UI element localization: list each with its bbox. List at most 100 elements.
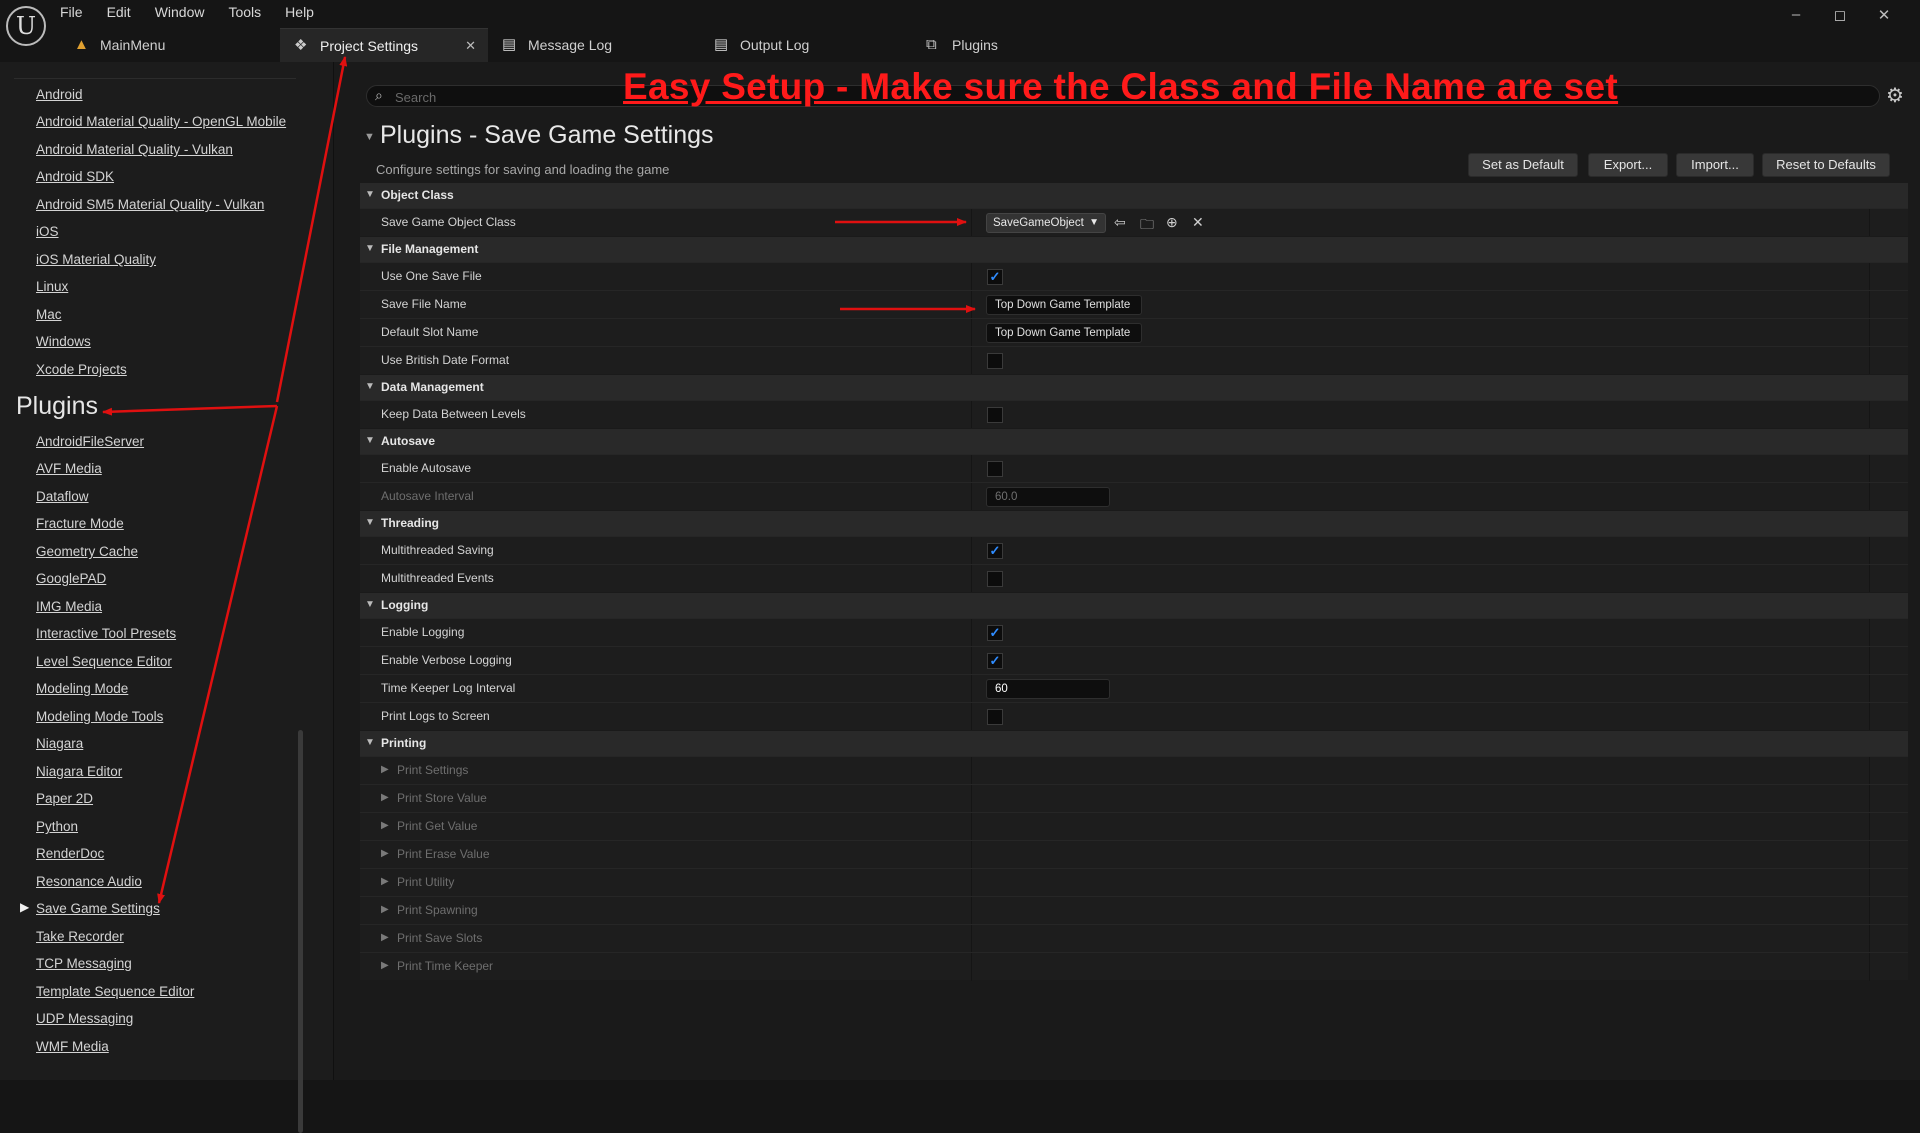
browse-icon[interactable]: 🗀 <box>1140 214 1154 238</box>
sidebar-item-wmf-media[interactable]: WMF Media <box>36 1039 109 1054</box>
sidebar-item-niagara[interactable]: Niagara <box>36 736 83 751</box>
sidebar-item-fracture-mode[interactable]: Fracture Mode <box>36 516 124 531</box>
column-divider[interactable] <box>971 619 972 647</box>
sidebar-item-take-recorder[interactable]: Take Recorder <box>36 929 124 944</box>
column-divider[interactable] <box>971 483 972 511</box>
sidebar-item-xcode[interactable]: Xcode Projects <box>36 362 127 377</box>
use-selected-icon[interactable]: ⇦ <box>1114 214 1126 231</box>
sidebar-item-android-vulkan[interactable]: Android Material Quality - Vulkan <box>36 142 233 157</box>
category-threading[interactable]: ▼ Threading <box>360 510 1908 536</box>
expand-arrow-icon[interactable]: ▶ <box>381 932 389 943</box>
column-divider[interactable] <box>971 455 972 483</box>
sidebar-item-linux[interactable]: Linux <box>36 279 68 294</box>
row-print-erase-value[interactable]: ▶ Print Erase Value <box>360 840 1908 869</box>
expand-arrow-icon[interactable]: ▶ <box>381 820 389 831</box>
tab-mainmenu[interactable]: ▲ MainMenu <box>60 28 280 62</box>
menu-file[interactable]: File <box>60 4 83 22</box>
column-divider[interactable] <box>971 537 972 565</box>
category-autosave[interactable]: ▼ Autosave <box>360 428 1908 454</box>
column-divider[interactable] <box>971 401 972 429</box>
print-logs-to-screen-checkbox[interactable] <box>987 709 1003 725</box>
use-one-save-file-checkbox[interactable]: ✓ <box>987 269 1003 285</box>
add-icon[interactable]: ⊕ <box>1166 214 1178 231</box>
sidebar-item-resonance-audio[interactable]: Resonance Audio <box>36 874 142 889</box>
sidebar-item-android-opengl[interactable]: Android Material Quality - OpenGL Mobile <box>36 114 286 129</box>
set-as-default-button[interactable]: Set as Default <box>1468 153 1578 177</box>
sidebar-item-androidfileserver[interactable]: AndroidFileServer <box>36 434 144 449</box>
sidebar-item-template-sequence-editor[interactable]: Template Sequence Editor <box>36 984 194 999</box>
expand-arrow-icon[interactable]: ▶ <box>381 848 389 859</box>
column-divider[interactable] <box>971 757 972 785</box>
expand-arrow-icon[interactable]: ▶ <box>381 764 389 775</box>
multithreaded-events-checkbox[interactable] <box>987 571 1003 587</box>
expand-arrow-icon[interactable]: ▶ <box>381 876 389 887</box>
sidebar-item-geometry-cache[interactable]: Geometry Cache <box>36 544 138 559</box>
keep-data-between-levels-checkbox[interactable] <box>987 407 1003 423</box>
autosave-interval-input[interactable]: 60.0 <box>986 487 1110 507</box>
column-divider[interactable] <box>971 897 972 925</box>
tab-output-log[interactable]: ▤ Output Log <box>700 28 912 62</box>
sidebar-item-modeling-mode-tools[interactable]: Modeling Mode Tools <box>36 709 163 724</box>
menu-edit[interactable]: Edit <box>107 4 131 22</box>
menu-tools[interactable]: Tools <box>228 4 261 22</box>
sidebar-item-googlepad[interactable]: GooglePAD <box>36 571 106 586</box>
menu-window[interactable]: Window <box>155 4 205 22</box>
sidebar-item-paper-2d[interactable]: Paper 2D <box>36 791 93 806</box>
row-print-time-keeper[interactable]: ▶ Print Time Keeper <box>360 952 1908 981</box>
sidebar-item-tcp-messaging[interactable]: TCP Messaging <box>36 956 132 971</box>
sidebar-item-avf-media[interactable]: AVF Media <box>36 461 102 476</box>
column-divider[interactable] <box>971 565 972 593</box>
column-divider[interactable] <box>971 347 972 375</box>
gear-icon[interactable]: ⚙ <box>1886 83 1904 108</box>
save-file-name-input[interactable]: Top Down Game Template <box>986 295 1142 315</box>
restore-icon[interactable]: ◻ <box>1818 6 1862 24</box>
column-divider[interactable] <box>971 953 972 981</box>
column-divider[interactable] <box>971 263 972 291</box>
sidebar-item-mac[interactable]: Mac <box>36 307 62 322</box>
sidebar-item-niagara-editor[interactable]: Niagara Editor <box>36 764 122 779</box>
column-divider[interactable] <box>971 813 972 841</box>
column-divider[interactable] <box>971 647 972 675</box>
row-print-settings[interactable]: ▶ Print Settings <box>360 756 1908 785</box>
expand-arrow-icon[interactable]: ▶ <box>381 904 389 915</box>
sidebar-item-renderdoc[interactable]: RenderDoc <box>36 846 104 861</box>
sidebar-item-interactive-tool-presets[interactable]: Interactive Tool Presets <box>36 626 176 641</box>
sidebar-item-android-sm5[interactable]: Android SM5 Material Quality - Vulkan <box>36 197 264 212</box>
use-british-date-format-checkbox[interactable] <box>987 353 1003 369</box>
enable-logging-checkbox[interactable]: ✓ <box>987 625 1003 641</box>
tab-message-log[interactable]: ▤ Message Log <box>488 28 700 62</box>
column-divider[interactable] <box>971 675 972 703</box>
sidebar-item-windows[interactable]: Windows <box>36 334 91 349</box>
column-divider[interactable] <box>971 209 972 237</box>
column-divider[interactable] <box>971 703 972 731</box>
close-window-icon[interactable]: ✕ <box>1862 6 1906 24</box>
sidebar-item-python[interactable]: Python <box>36 819 78 834</box>
column-divider[interactable] <box>971 925 972 953</box>
tab-plugins[interactable]: ⧉ Plugins <box>912 28 1072 62</box>
row-print-utility[interactable]: ▶ Print Utility <box>360 868 1908 897</box>
clear-icon[interactable]: ✕ <box>1192 214 1204 231</box>
column-divider[interactable] <box>971 291 972 319</box>
sidebar-item-udp-messaging[interactable]: UDP Messaging <box>36 1011 133 1026</box>
category-printing[interactable]: ▼ Printing <box>360 730 1908 756</box>
sidebar-item-android[interactable]: Android <box>36 87 83 102</box>
enable-verbose-logging-checkbox[interactable]: ✓ <box>987 653 1003 669</box>
category-logging[interactable]: ▼ Logging <box>360 592 1908 618</box>
close-tab-icon[interactable]: ✕ <box>465 29 476 63</box>
expand-arrow-icon[interactable]: ▶ <box>381 792 389 803</box>
minimize-icon[interactable]: – <box>1774 6 1818 24</box>
sidebar-item-level-sequence-editor[interactable]: Level Sequence Editor <box>36 654 172 669</box>
time-keeper-log-interval-input[interactable]: 60 <box>986 679 1110 699</box>
class-dropdown[interactable]: SaveGameObject ▼ <box>986 213 1106 233</box>
multithreaded-saving-checkbox[interactable]: ✓ <box>987 543 1003 559</box>
category-data-management[interactable]: ▼ Data Management <box>360 374 1908 400</box>
row-print-store-value[interactable]: ▶ Print Store Value <box>360 784 1908 813</box>
default-slot-name-input[interactable]: Top Down Game Template <box>986 323 1142 343</box>
reset-to-defaults-button[interactable]: Reset to Defaults <box>1762 153 1890 177</box>
column-divider[interactable] <box>971 869 972 897</box>
sidebar-item-save-game-settings[interactable]: Save Game Settings <box>36 901 160 916</box>
sidebar-scrollbar[interactable] <box>298 730 303 1133</box>
category-object-class[interactable]: ▼ Object Class <box>360 182 1908 208</box>
sidebar-item-dataflow[interactable]: Dataflow <box>36 489 89 504</box>
column-divider[interactable] <box>971 785 972 813</box>
